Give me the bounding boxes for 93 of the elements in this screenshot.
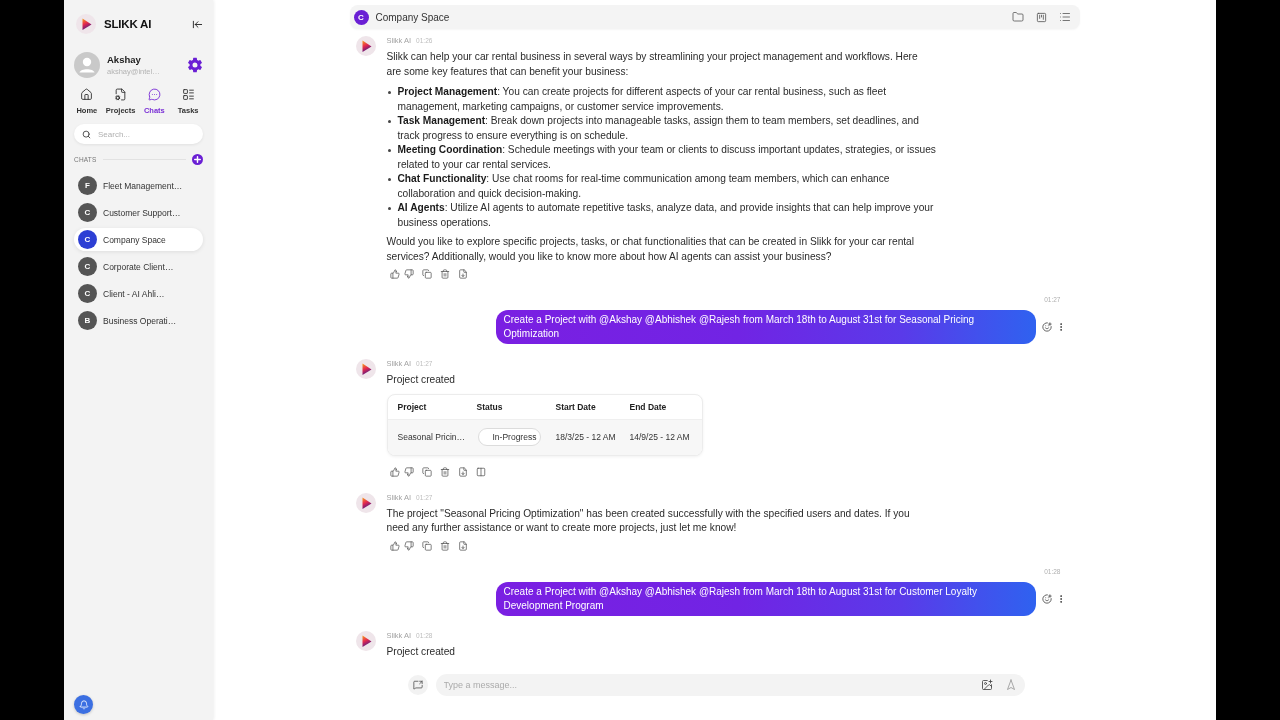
chat-item[interactable]: B Business Operati…	[74, 309, 203, 332]
chat-name: Company Space	[103, 234, 166, 245]
thumbs-up-icon[interactable]	[389, 540, 400, 551]
split-panel-icon[interactable]	[475, 466, 486, 477]
message-text: The project "Seasonal Pricing Optimization" has been created successfully with the specified users and dates. If you need any further assistance or want to create more projects, just let me know!	[386, 506, 911, 535]
bullet-icon	[387, 120, 391, 123]
emoji-icon[interactable]	[1041, 593, 1052, 604]
bell-icon	[78, 699, 89, 710]
bullet-icon	[387, 91, 391, 94]
bullet-icon	[387, 178, 391, 181]
column-header: Project	[396, 401, 428, 412]
arrow-left-bar-icon[interactable]	[192, 18, 203, 30]
share-button[interactable]	[407, 675, 428, 695]
user-name: Akshay	[107, 54, 142, 65]
image-add-icon[interactable]	[980, 679, 993, 691]
logo-icon	[355, 36, 376, 56]
chat-avatar: C	[78, 284, 97, 303]
user-avatar-icon	[74, 52, 100, 78]
message-text: Slikk can help your car rental business in several ways by streamlining your project management and workflows. Here are some key features that can benefit your business:	[386, 50, 919, 79]
list-icon[interactable]	[1058, 11, 1071, 23]
status-pill: In-Progress	[477, 428, 542, 446]
document-gear-icon	[114, 88, 128, 101]
chat-name: Fleet Management…	[103, 180, 183, 191]
search-input[interactable]: Search...	[98, 129, 188, 139]
chat-item[interactable]: C Customer Support…	[74, 201, 203, 224]
message-text: Would you like to explore specific projects, tasks, or chat functionalities that can be created in Slikk for your car rental services? Additionally, would you like to know more about how AI agents can assist your business?	[386, 235, 916, 264]
file-download-icon[interactable]	[457, 269, 468, 279]
list-item-text: Chat Functionality: Use chat rooms for real-time communication among team members, which can enhance collaboration and quick decision-making.	[397, 172, 891, 201]
chat-item[interactable]: C Corporate Client…	[74, 255, 203, 278]
trash-icon[interactable]	[439, 466, 450, 477]
user-message-bubble: Create a Project with @Akshay @Abhishek @Rajesh from March 18th to August 31st for Customer Loyalty Development Program	[495, 581, 1036, 616]
chat-avatar: C	[78, 203, 97, 222]
list-item-text: AI Agents: Utilize AI agents to automate repetitive tasks, analyze data, and provide insights that can help improve your business operations.	[397, 201, 935, 230]
notifications-button[interactable]	[74, 695, 93, 714]
thumbs-down-icon[interactable]	[403, 466, 414, 477]
brand-name: SLIKK AI	[104, 18, 152, 30]
search-field[interactable]: Search...	[74, 124, 203, 144]
kanban-icon[interactable]	[1035, 11, 1047, 23]
home-icon	[80, 88, 94, 101]
chat-bubble-icon	[147, 88, 161, 101]
user-message-bubble: Create a Project with @Akshay @Abhishek @Rajesh from March 18th to August 31st for Seasonal Pricing Optimization	[495, 310, 1036, 344]
column-header: End Date	[629, 401, 668, 412]
message-text: Project created	[386, 373, 456, 387]
column-header: Start Date	[555, 401, 597, 412]
table-cell-text: 14/9/25 - 12 AM	[629, 432, 691, 442]
table-row[interactable]: Seasonal Pricin… In-Progress 18/3/25 - 12 AM 14/9/25 - 12 AM	[387, 418, 702, 455]
chat-name: Corporate Client…	[103, 261, 174, 272]
trash-icon[interactable]	[439, 540, 450, 551]
table-cell-text: 18/3/25 - 12 AM	[555, 432, 617, 442]
chat-avatar: C	[78, 230, 97, 249]
logo-icon	[355, 492, 376, 513]
chat-name: Customer Support…	[103, 207, 181, 218]
logo-icon	[355, 359, 376, 379]
message-field[interactable]: Type a message...	[435, 674, 1025, 696]
message-input[interactable]: Type a message...	[443, 678, 969, 692]
send-icon[interactable]	[1004, 679, 1017, 691]
chat-title: Company Space	[375, 11, 450, 23]
chat-avatar: B	[78, 311, 97, 330]
logo-icon	[355, 630, 376, 651]
logo-icon	[76, 14, 96, 34]
chat-name: Client - AI Ahli…	[103, 288, 165, 299]
copy-icon[interactable]	[421, 269, 432, 279]
chat-name: Business Operati…	[103, 315, 177, 326]
file-download-icon[interactable]	[457, 540, 468, 551]
chat-share-icon	[412, 680, 423, 690]
list-item-text: Meeting Coordination: Schedule meetings with your team or clients to discuss important updates, strategies, or issues related to your car rental services.	[397, 143, 937, 172]
thumbs-up-icon[interactable]	[389, 466, 400, 477]
chat-item[interactable]: C Client - AI Ahli…	[74, 282, 203, 305]
emoji-icon[interactable]	[1041, 322, 1052, 332]
copy-icon[interactable]	[421, 466, 432, 477]
settings-icon[interactable]	[187, 57, 203, 73]
file-download-icon[interactable]	[457, 466, 468, 477]
column-header: Status	[476, 401, 504, 412]
chat-avatar: F	[78, 176, 97, 195]
chat-avatar: C	[353, 9, 369, 25]
search-icon	[82, 129, 91, 139]
list-item-text: Project Management: You can create projects for different aspects of your car rental business, such as fleet management, marketing campaigns, or customer service improvements.	[397, 85, 887, 114]
copy-icon[interactable]	[421, 540, 432, 551]
thumbs-down-icon[interactable]	[403, 269, 414, 279]
thumbs-up-icon[interactable]	[389, 269, 400, 279]
plus-icon[interactable]	[192, 153, 203, 165]
bullet-icon	[387, 207, 391, 210]
folder-icon[interactable]	[1011, 11, 1024, 23]
chat-avatar: C	[78, 257, 97, 276]
table-cell-text: Seasonal Pricin…	[396, 432, 467, 442]
message-text: Project created	[386, 644, 456, 659]
chat-item[interactable]: C Company Space	[74, 228, 203, 251]
bullet-icon	[387, 149, 391, 152]
chat-item[interactable]: F Fleet Management…	[74, 174, 203, 197]
trash-icon[interactable]	[439, 269, 450, 279]
checklist-icon	[181, 88, 195, 101]
list-item-text: Task Management: Break down projects into manageable tasks, assign them to team members, set deadlines, and track progress to ensure everything is on schedule.	[397, 114, 920, 143]
thumbs-down-icon[interactable]	[403, 540, 414, 551]
